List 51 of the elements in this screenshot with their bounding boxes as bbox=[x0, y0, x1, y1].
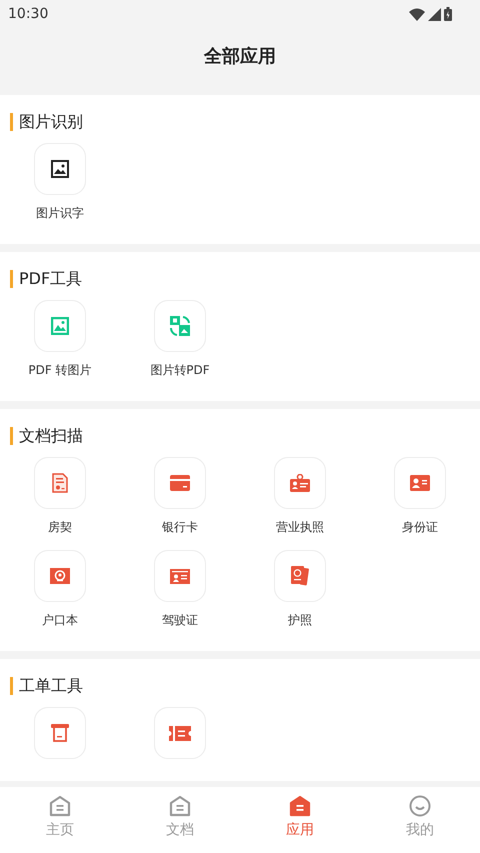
house-icon bbox=[289, 795, 311, 817]
app-tile[interactable] bbox=[154, 300, 206, 352]
app-tile[interactable] bbox=[154, 707, 206, 759]
app-tile[interactable] bbox=[34, 300, 86, 352]
app-label: 身份证 bbox=[402, 519, 438, 536]
app-label: 营业执照 bbox=[276, 519, 324, 536]
tab-item[interactable]: 我的 bbox=[360, 787, 480, 853]
app-label: PDF 转图片 bbox=[28, 362, 92, 379]
house-icon bbox=[169, 795, 191, 817]
house-icon bbox=[49, 795, 71, 817]
tab-item[interactable]: 应用 bbox=[240, 787, 360, 853]
app-tile[interactable] bbox=[154, 550, 206, 602]
id-card-icon bbox=[410, 475, 430, 491]
card-icon bbox=[170, 475, 190, 491]
passport-icon bbox=[291, 566, 309, 586]
app-tile[interactable] bbox=[34, 457, 86, 509]
image-icon bbox=[51, 160, 69, 178]
page-title: 全部应用 bbox=[202, 45, 277, 68]
badge-icon bbox=[290, 474, 310, 492]
license-icon bbox=[170, 568, 190, 584]
image-icon bbox=[51, 317, 69, 335]
app-label: 银行卡 bbox=[162, 519, 198, 536]
tab-item[interactable]: 主页 bbox=[0, 787, 120, 853]
app-tile[interactable] bbox=[34, 143, 86, 195]
wifi-icon bbox=[409, 8, 425, 20]
status-time: 10:30 bbox=[8, 6, 48, 22]
app-tile[interactable] bbox=[154, 457, 206, 509]
section-title: 文档扫描 bbox=[10, 427, 480, 445]
app-tile[interactable] bbox=[274, 550, 326, 602]
app-tile[interactable] bbox=[394, 457, 446, 509]
app-tile[interactable] bbox=[274, 457, 326, 509]
emblem-icon bbox=[50, 568, 70, 584]
app-label: 护照 bbox=[288, 612, 312, 629]
app-label: 驾驶证 bbox=[162, 612, 198, 629]
app-label: 图片识字 bbox=[36, 205, 84, 222]
tab-item[interactable]: 文档 bbox=[120, 787, 240, 853]
section-title: PDF工具 bbox=[10, 270, 480, 288]
app-label: 户口本 bbox=[42, 612, 78, 629]
smile-icon bbox=[409, 795, 431, 817]
receipt-icon bbox=[51, 724, 69, 742]
battery-icon bbox=[444, 7, 452, 21]
app-label: 房契 bbox=[48, 519, 72, 536]
app-tile[interactable] bbox=[34, 550, 86, 602]
app-tile[interactable] bbox=[34, 707, 86, 759]
app-label: 图片转PDF bbox=[150, 362, 210, 379]
image-convert-icon bbox=[170, 316, 190, 336]
document-icon bbox=[52, 473, 68, 493]
section-title: 图片识别 bbox=[10, 113, 480, 131]
section-title: 工单工具 bbox=[10, 677, 480, 695]
ticket-icon bbox=[169, 726, 191, 740]
signal-icon bbox=[428, 8, 441, 20]
